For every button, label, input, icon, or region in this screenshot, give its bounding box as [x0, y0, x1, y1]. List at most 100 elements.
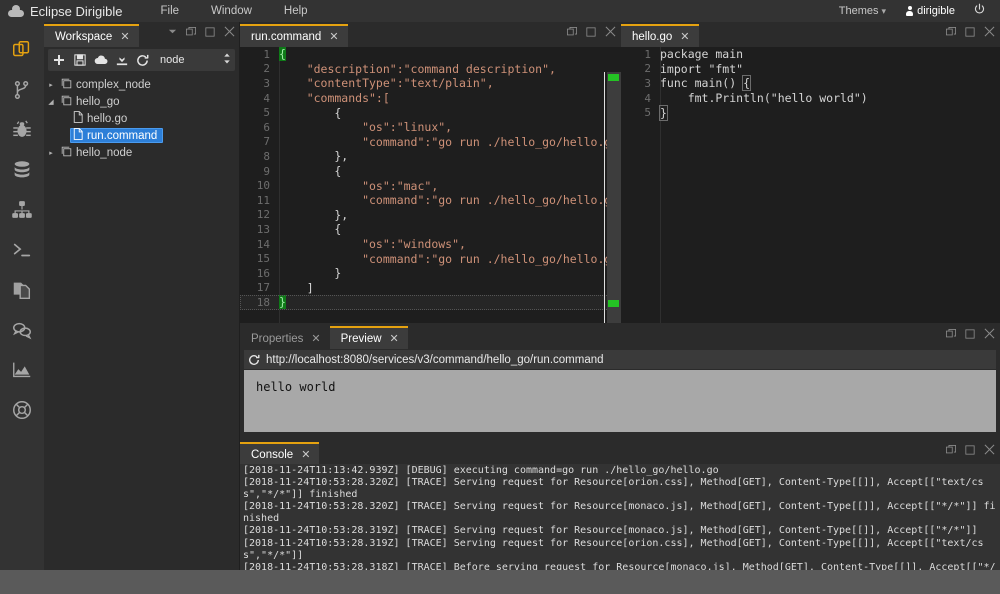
code-text: {	[279, 47, 621, 62]
code-line: 3 func main() {	[621, 75, 1000, 92]
rail-debug-bug-icon[interactable]	[0, 110, 44, 150]
close-icon[interactable]: ✕	[680, 30, 689, 43]
code-text: ]	[279, 280, 314, 295]
close-icon[interactable]: ✕	[390, 332, 399, 345]
restore-icon[interactable]	[946, 328, 956, 339]
restore-icon[interactable]	[946, 26, 956, 37]
tree-item-run-command[interactable]: run.command	[44, 127, 239, 144]
tab-properties-label: Properties	[251, 332, 304, 345]
tree-item-hello-node[interactable]: ▸ hello_node	[44, 144, 239, 161]
code-text: "description":"command description",	[279, 61, 556, 76]
plus-icon[interactable]	[48, 50, 69, 70]
close-icon[interactable]	[224, 26, 235, 37]
twisty-collapsed-icon[interactable]: ▸	[44, 81, 58, 89]
refresh-icon[interactable]	[248, 354, 260, 366]
workspace-tree: ▸ complex_node ◢ hello_go hello.go run.c…	[44, 74, 239, 161]
explorer-toolbar: node	[48, 49, 235, 71]
twisty-collapsed-icon[interactable]: ▸	[44, 149, 58, 157]
tab-workspace[interactable]: Workspace ✕	[44, 24, 139, 47]
user-name: dirigible	[917, 5, 955, 17]
code-line: 3 "contentType":"text/plain",	[240, 76, 621, 91]
menu-help[interactable]: Help	[268, 0, 324, 22]
folder-icon	[61, 95, 72, 109]
user-menu[interactable]: dirigible	[896, 5, 965, 17]
close-icon[interactable]: ✕	[329, 30, 338, 43]
code-line: 10 "os":"mac",	[240, 178, 621, 193]
code-text: "os":"windows",	[279, 237, 466, 252]
go-code-lines: 1 package main 2 import "fmt" 3 func main() {…	[621, 47, 1000, 121]
tree-item-hello-go-folder[interactable]: ◢ hello_go	[44, 93, 239, 110]
matching-bracket: }	[659, 104, 668, 121]
explorer-panel-controls	[168, 26, 235, 37]
tree-item-complex-node[interactable]: ▸ complex_node	[44, 76, 239, 93]
rail-lifering-help-icon[interactable]	[0, 390, 44, 430]
json-vertical-scrollbar[interactable]	[604, 72, 621, 323]
rail-documents-icon[interactable]	[0, 270, 44, 310]
maximize-icon[interactable]	[205, 26, 215, 37]
code-line: 2 import "fmt"	[621, 62, 1000, 77]
console-log-output[interactable]: [2018-11-24T11:13:42.939Z] [DEBUG] execu…	[240, 464, 1000, 570]
rail-workspace-icon[interactable]	[0, 30, 44, 70]
rail-git-branch-icon[interactable]	[0, 70, 44, 110]
top-menu-bar: Eclipse Dirigible File Window Help Theme…	[0, 0, 1000, 22]
code-text: {	[279, 164, 342, 179]
download-icon[interactable]	[111, 50, 132, 70]
close-icon[interactable]	[984, 26, 995, 37]
code-text: }	[279, 295, 621, 310]
json-scroll-thumb[interactable]	[604, 72, 621, 323]
rail-chart-icon[interactable]	[0, 350, 44, 390]
restore-icon[interactable]	[186, 26, 196, 37]
tab-preview[interactable]: Preview ✕	[329, 326, 408, 349]
file-icon	[73, 128, 83, 143]
tab-run-command[interactable]: run.command ✕	[240, 24, 348, 47]
save-icon[interactable]	[69, 50, 90, 70]
tab-hello-go[interactable]: hello.go ✕	[621, 24, 699, 47]
maximize-icon[interactable]	[965, 328, 975, 339]
tree-item-hello-go-file[interactable]: hello.go	[44, 110, 239, 127]
tab-properties[interactable]: Properties ✕	[240, 326, 330, 349]
tree-item-label: run.command	[87, 129, 158, 142]
twisty-expanded-icon[interactable]: ◢	[44, 98, 58, 106]
refresh-icon[interactable]	[132, 50, 153, 70]
go-code-area[interactable]: 1 package main 2 import "fmt" 3 func main() {…	[621, 47, 1000, 323]
preview-panel-controls	[946, 328, 995, 339]
restore-icon[interactable]	[567, 26, 577, 37]
workspace-select[interactable]: node	[158, 51, 235, 69]
restore-icon[interactable]	[946, 444, 956, 455]
line-number: 4	[644, 91, 651, 105]
maximize-icon[interactable]	[965, 444, 975, 455]
power-icon[interactable]	[965, 3, 994, 19]
console-log-line: [2018-11-24T10:53:28.320Z] [TRACE] Servi…	[243, 477, 984, 501]
editor-hello-go: hello.go ✕ 1 package main 2 import "fmt" 3 fu…	[621, 22, 1000, 323]
close-icon[interactable]	[605, 26, 616, 37]
close-icon[interactable]	[984, 328, 995, 339]
tab-console[interactable]: Console ✕	[240, 442, 320, 465]
line-number: 3	[644, 76, 651, 90]
maximize-icon[interactable]	[586, 26, 596, 37]
close-icon[interactable]: ✕	[301, 448, 310, 461]
select-caret-icon	[223, 53, 231, 67]
preview-url-input[interactable]: http://localhost:8080/services/v3/comman…	[266, 354, 604, 366]
maximize-icon[interactable]	[965, 26, 975, 37]
line-number: 15	[256, 252, 270, 266]
rail-chat-icon[interactable]	[0, 310, 44, 350]
left-activity-rail	[0, 22, 44, 570]
close-icon[interactable]: ✕	[120, 30, 129, 43]
line-number: 5	[263, 106, 270, 120]
close-icon[interactable]	[984, 444, 995, 455]
folder-icon	[61, 146, 72, 160]
cloud-upload-icon[interactable]	[90, 50, 111, 70]
menu-file[interactable]: File	[144, 0, 195, 22]
console-panel-controls	[946, 444, 995, 455]
rail-database-icon[interactable]	[0, 150, 44, 190]
menu-window[interactable]: Window	[195, 0, 268, 22]
tree-item-label: hello_node	[76, 146, 133, 159]
rail-terminal-icon[interactable]	[0, 230, 44, 270]
line-number: 9	[263, 164, 270, 178]
themes-menu[interactable]: Themes ▾	[829, 5, 896, 17]
close-icon[interactable]: ✕	[311, 332, 320, 345]
rail-sitemap-icon[interactable]	[0, 190, 44, 230]
json-code-area[interactable]: 1{2 "description":"command description",…	[240, 47, 621, 323]
file-icon	[73, 111, 83, 126]
chevron-down-icon[interactable]	[168, 27, 177, 36]
